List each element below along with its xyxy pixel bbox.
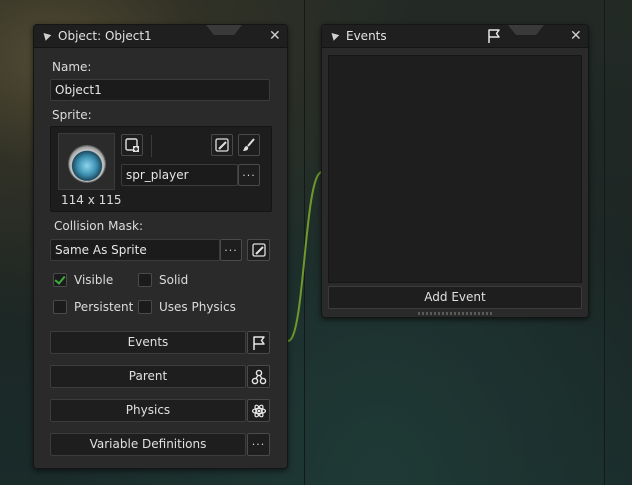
parent-icon-button[interactable] — [247, 365, 270, 388]
events-button[interactable]: Events — [50, 331, 246, 354]
name-label: Name: — [52, 60, 92, 74]
parent-button-label: Parent — [128, 369, 168, 383]
close-icon[interactable]: ✕ — [269, 28, 281, 44]
brush-icon — [243, 138, 255, 151]
add-event-label: Add Event — [424, 290, 486, 304]
object-panel: Object: Object1 ✕ Name: Object1 Sprite: … — [33, 24, 288, 469]
edit-sprite-button[interactable] — [211, 134, 233, 156]
sprite-preview-image — [69, 146, 105, 182]
collision-mask-select[interactable]: Same As Sprite — [50, 239, 220, 261]
toolbar-divider — [151, 135, 152, 157]
edit-collision-mask-button[interactable] — [247, 239, 270, 261]
sprite-label: Sprite: — [52, 108, 92, 122]
name-input[interactable]: Object1 — [50, 79, 270, 101]
header-notch — [206, 25, 242, 35]
visible-label: Visible — [74, 273, 114, 287]
events-panel: Events ✕ Add Event — [321, 24, 589, 318]
events-panel-header[interactable]: Events ✕ — [322, 25, 588, 48]
edit-image-icon — [251, 243, 266, 257]
uses-physics-checkbox[interactable] — [138, 300, 152, 314]
new-sprite-button[interactable] — [121, 134, 143, 156]
resize-grip[interactable] — [418, 312, 492, 315]
sprite-select[interactable]: spr_player — [121, 164, 238, 186]
collapse-icon[interactable] — [328, 30, 340, 41]
object-panel-header[interactable]: Object: Object1 ✕ — [34, 25, 287, 48]
sprite-size: 114 x 115 — [61, 193, 122, 207]
ellipsis-icon: ··· — [251, 438, 266, 451]
close-icon[interactable]: ✕ — [570, 28, 582, 44]
events-button-label: Events — [127, 335, 169, 349]
sprite-thumbnail[interactable] — [58, 133, 115, 190]
add-event-button[interactable]: Add Event — [328, 286, 582, 309]
flag-icon — [252, 335, 265, 350]
persistent-label: Persistent — [74, 300, 134, 314]
physics-button-label: Physics — [125, 403, 171, 417]
events-icon-button[interactable] — [247, 331, 270, 354]
variable-definitions-button[interactable]: Variable Definitions — [50, 433, 246, 456]
ellipsis-icon: ··· — [224, 243, 238, 257]
collision-mask-label: Collision Mask: — [54, 219, 144, 233]
ellipsis-icon: ··· — [242, 168, 256, 182]
visible-checkbox[interactable] — [53, 273, 67, 287]
edit-image-icon — [215, 138, 229, 152]
uses-physics-label: Uses Physics — [159, 300, 236, 314]
physics-button[interactable]: Physics — [50, 399, 246, 422]
sprite-section: 114 x 115 spr_player ··· — [50, 126, 272, 212]
sprite-browse-button[interactable]: ··· — [238, 164, 260, 186]
header-notch — [508, 25, 544, 35]
solid-checkbox[interactable] — [138, 273, 152, 287]
sprite-brush-button[interactable] — [238, 134, 260, 156]
solid-label: Solid — [159, 273, 189, 287]
physics-icon-button[interactable] — [247, 399, 270, 422]
flag-icon — [488, 29, 500, 43]
persistent-checkbox[interactable] — [53, 300, 67, 314]
add-sprite-icon — [125, 138, 139, 152]
collision-mask-browse-button[interactable]: ··· — [220, 239, 242, 261]
events-list[interactable] — [328, 55, 582, 283]
object-panel-title: Object: Object1 — [58, 29, 152, 43]
variable-definitions-more-button[interactable]: ··· — [247, 433, 270, 456]
parent-button[interactable]: Parent — [50, 365, 246, 388]
hierarchy-icon — [251, 369, 266, 384]
variable-definitions-label: Variable Definitions — [89, 437, 207, 451]
collapse-icon[interactable] — [40, 30, 52, 41]
atom-icon — [251, 404, 266, 417]
events-panel-title: Events — [346, 29, 387, 43]
